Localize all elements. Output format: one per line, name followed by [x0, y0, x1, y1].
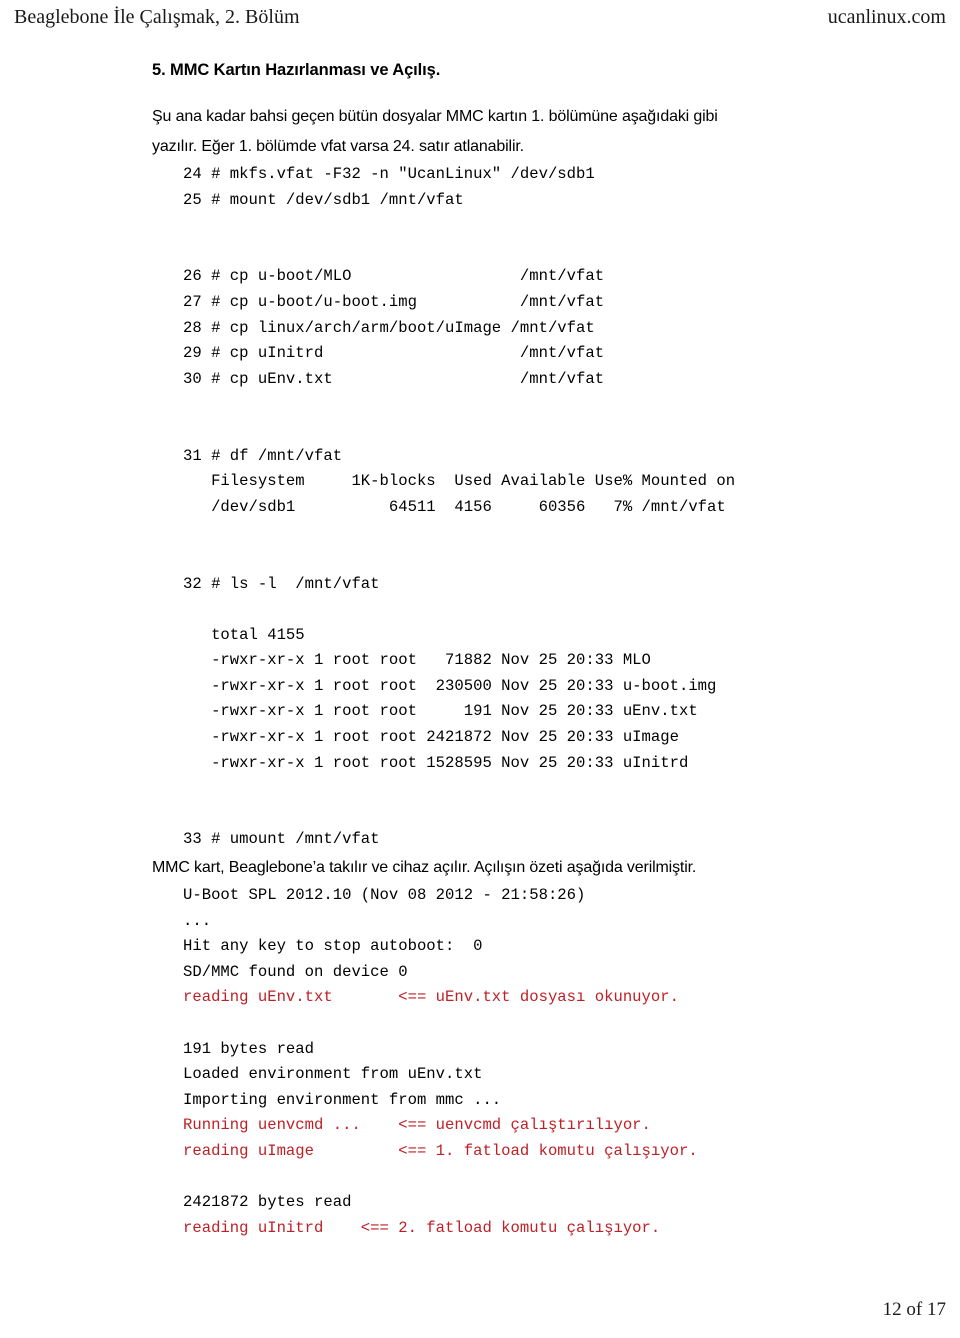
- code-line: 28 # cp linux/arch/arm/boot/uImage /mnt/…: [183, 318, 595, 337]
- code-line: 24 # mkfs.vfat -F32 -n "UcanLinux" /dev/…: [183, 165, 595, 183]
- code-line: SD/MMC found on device 0: [183, 962, 408, 981]
- code-line: 32 # ls -l /mnt/vfat: [183, 574, 380, 593]
- code-line: Loaded environment from uEnv.txt: [183, 1065, 483, 1084]
- page-content: 5. MMC Kartın Hazırlanması ve Açılış. Şu…: [0, 58, 960, 1241]
- code-line: Filesystem 1K-blocks Used Available Use%…: [183, 472, 736, 491]
- code-line: U-Boot SPL 2012.10 (Nov 08 2012 - 21:58:…: [183, 886, 586, 905]
- code-line: -rwxr-xr-x 1 root root 191 Nov 25 20:33 …: [183, 702, 698, 721]
- code-line: 191 bytes read: [183, 1039, 315, 1058]
- code-line: Hit any key to stop autoboot: 0: [183, 937, 483, 956]
- code-line: 27 # cp u-boot/u-boot.img /mnt/vfat: [183, 292, 605, 311]
- code-line: -rwxr-xr-x 1 root root 230500 Nov 25 20:…: [183, 676, 717, 695]
- code-line: reading uInitrd <== 2. fatload komutu ça…: [183, 1218, 661, 1237]
- intro-paragraph: Şu ana kadar bahsi geçen bütün dosyalar …: [152, 108, 718, 155]
- code-line: -rwxr-xr-x 1 root root 1528595 Nov 25 20…: [183, 753, 689, 772]
- header-document-title: Beaglebone İle Çalışmak, 2. Bölüm: [14, 6, 300, 28]
- document-page: Beaglebone İle Çalışmak, 2. Bölüm ucanli…: [0, 0, 960, 1338]
- code-line: 33 # umount /mnt/vfat: [183, 830, 380, 849]
- code-line: Running uenvcmd ... <== uenvcmd çalıştır…: [183, 1116, 651, 1135]
- code-line: 29 # cp uInitrd /mnt/vfat: [183, 344, 605, 363]
- mid-paragraph: MMC kart, Beaglebone’a takılır ve cihaz …: [152, 859, 697, 877]
- code-line: 2421872 bytes read: [183, 1193, 352, 1212]
- code-line: /dev/sdb1 64511 4156 60356 7% /mnt/vfat: [183, 497, 726, 516]
- code-block-boot-log: U-Boot SPL 2012.10 (Nov 08 2012 - 21:58:…: [183, 883, 960, 1241]
- code-line: 25 # mount /dev/sdb1 /mnt/vfat: [183, 190, 464, 209]
- code-line: Importing environment from mmc ...: [183, 1090, 502, 1109]
- code-line: -rwxr-xr-x 1 root root 2421872 Nov 25 20…: [183, 728, 679, 747]
- code-line: -rwxr-xr-x 1 root root 71882 Nov 25 20:3…: [183, 651, 651, 670]
- page-number: 12 of 17: [882, 1299, 946, 1320]
- code-line: 31 # df /mnt/vfat: [183, 446, 343, 465]
- code-line: ...: [183, 911, 212, 930]
- page-header: Beaglebone İle Çalışmak, 2. Bölüm ucanli…: [0, 4, 960, 34]
- code-line: 30 # cp uEnv.txt /mnt/vfat: [183, 369, 605, 388]
- page-footer: 12 of 17: [883, 1298, 946, 1322]
- header-site-url: ucanlinux.com: [827, 6, 946, 28]
- code-line: reading uImage <== 1. fatload komutu çal…: [183, 1141, 698, 1160]
- code-line: reading uEnv.txt <== uEnv.txt dosyası ok…: [183, 988, 679, 1007]
- section-heading: 5. MMC Kartın Hazırlanması ve Açılış.: [152, 61, 441, 79]
- code-block-mmc-commands: 24 # mkfs.vfat -F32 -n "UcanLinux" /dev/…: [183, 162, 960, 853]
- code-line: total 4155: [183, 625, 305, 644]
- code-line: 26 # cp u-boot/MLO /mnt/vfat: [183, 267, 605, 286]
